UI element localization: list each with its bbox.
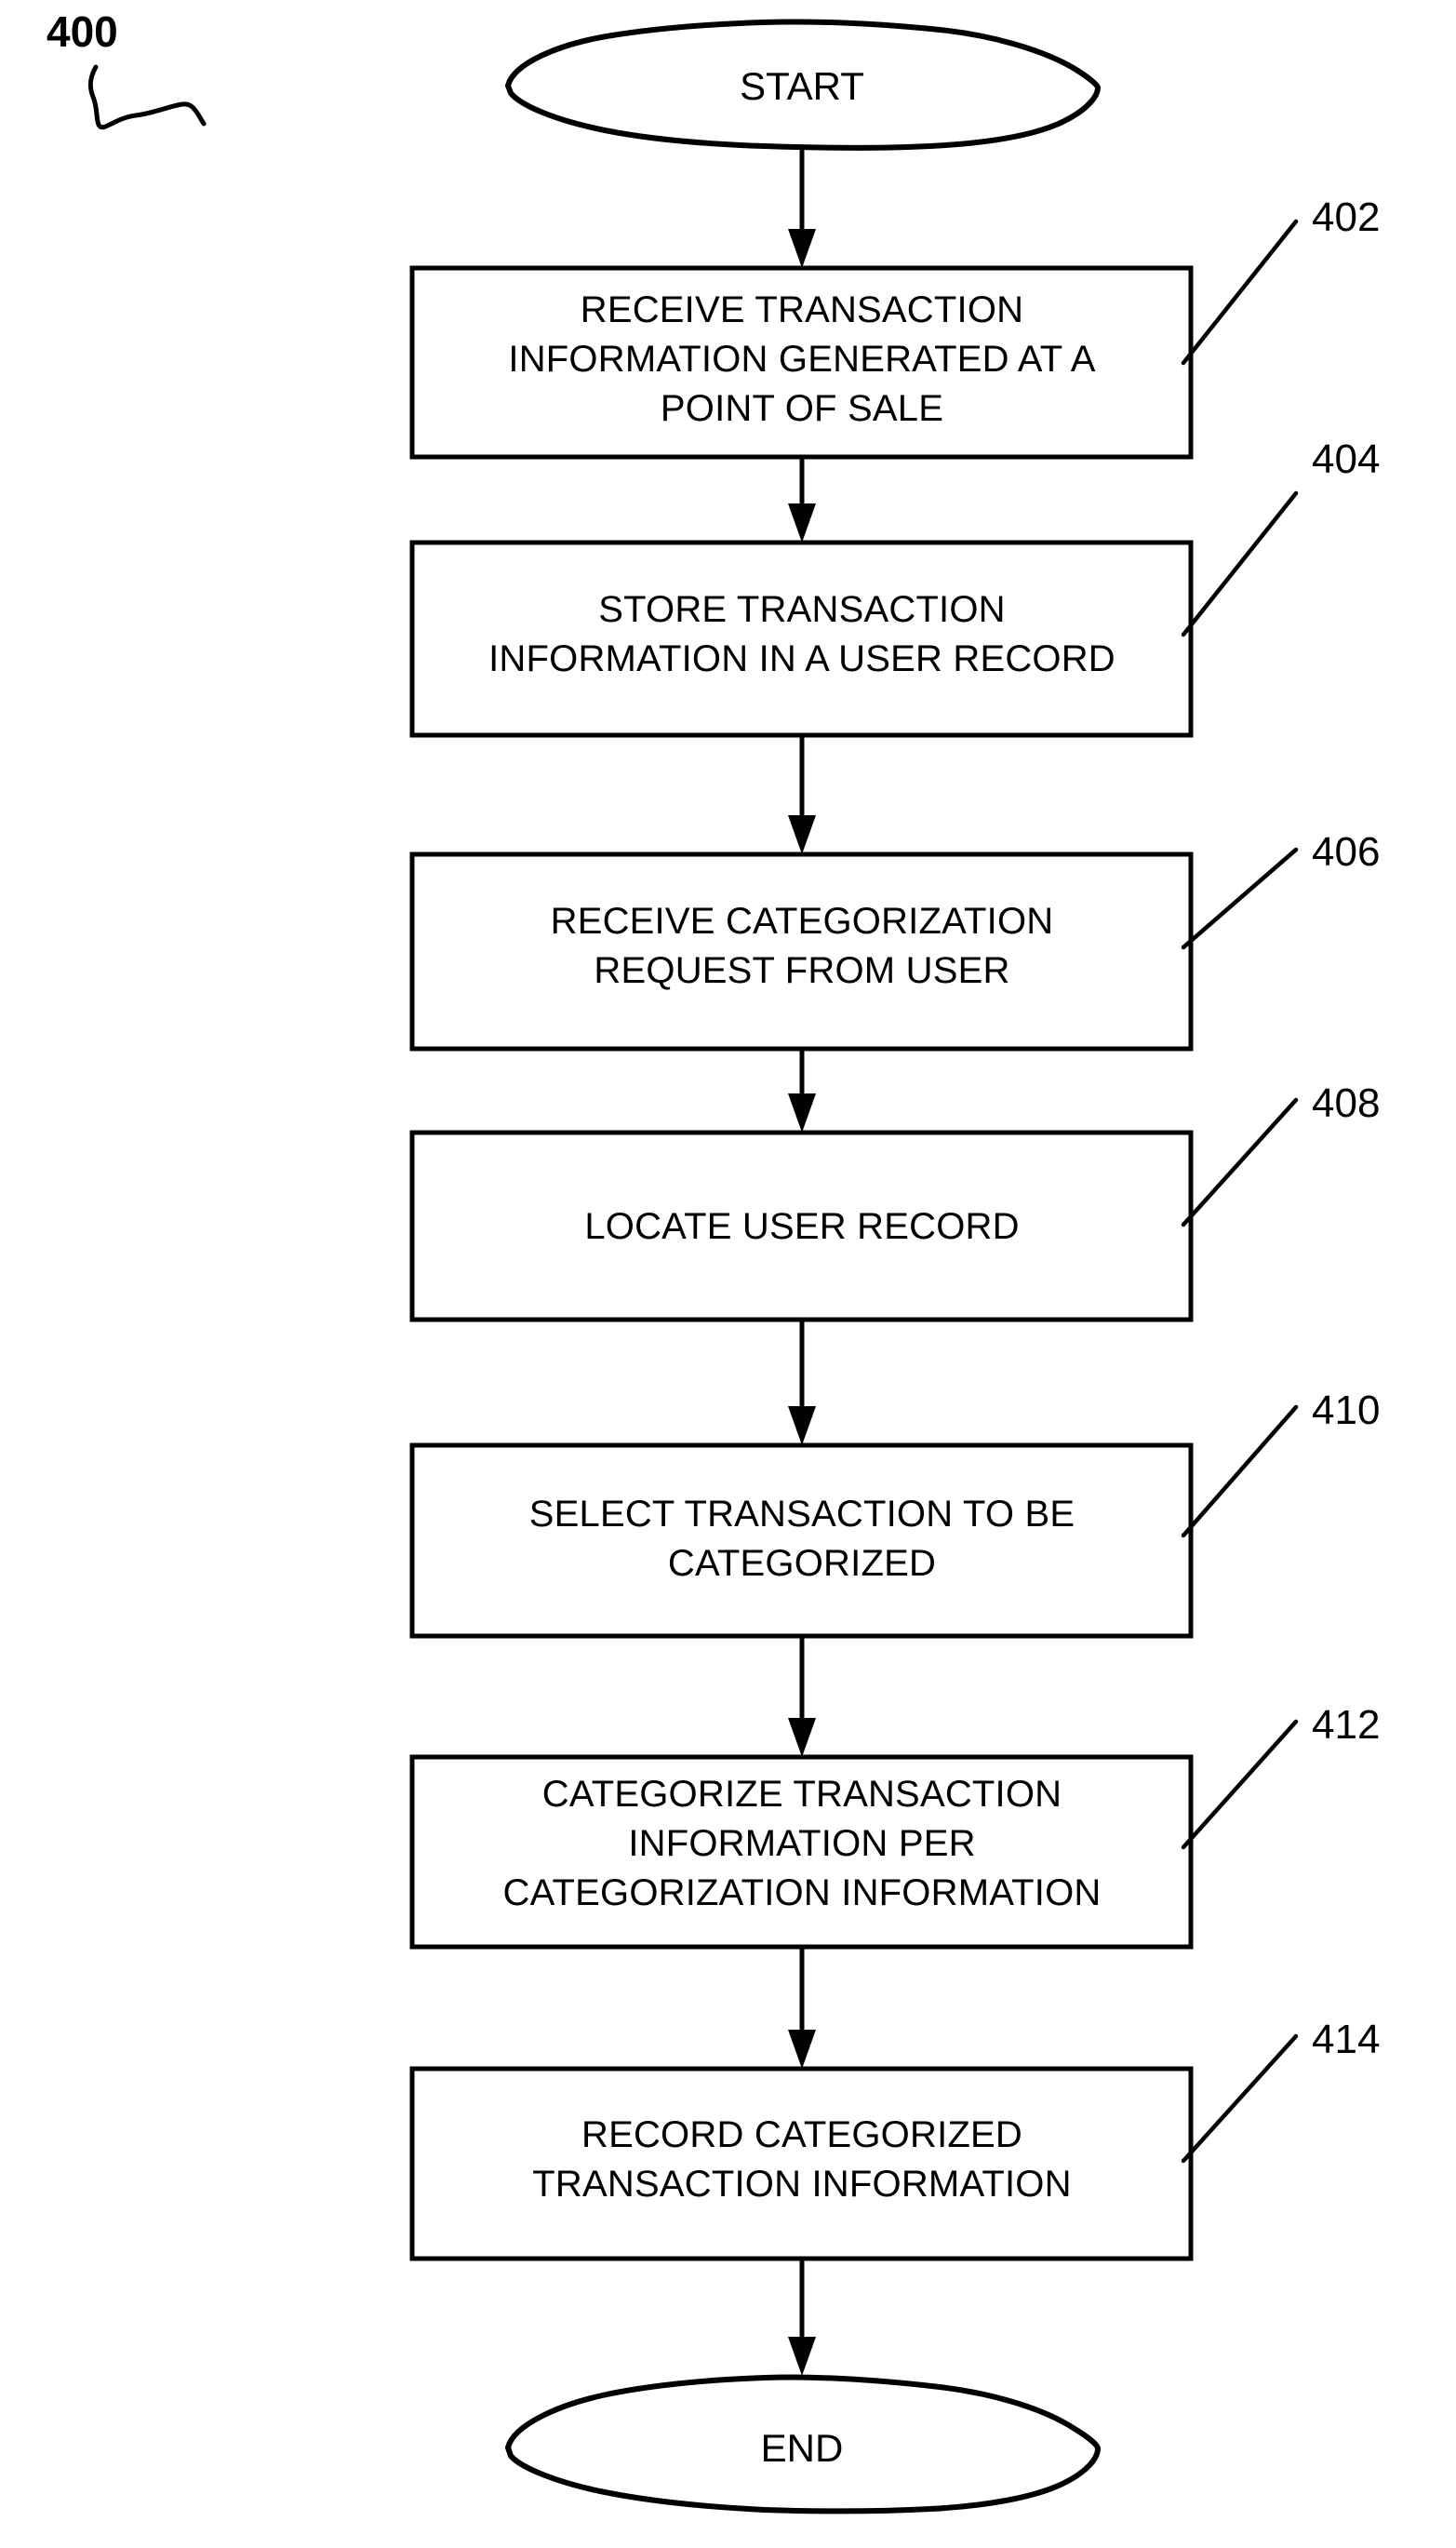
step-text-line: CATEGORIZED: [668, 1543, 936, 1584]
figure-number-label: 400: [47, 7, 118, 56]
ref-number-414: 414: [1312, 2017, 1380, 2062]
step-text-line: INFORMATION PER: [628, 1823, 975, 1864]
process-box-406: RECEIVE CATEGORIZATION REQUEST FROM USER: [409, 852, 1194, 1052]
ref-number-412: 412: [1312, 1702, 1380, 1748]
ref-leader-414: [1181, 2033, 1299, 2164]
figure-number-leader-squiggle: [87, 64, 207, 130]
step-text-line: SELECT TRANSACTION TO BE: [529, 1494, 1075, 1535]
step-text-line: RECEIVE TRANSACTION: [581, 289, 1023, 330]
process-box-404: STORE TRANSACTION INFORMATION IN A USER …: [409, 540, 1194, 738]
process-box-408: LOCATE USER RECORD: [409, 1130, 1194, 1322]
arrow-410-to-412: [788, 1636, 816, 1757]
step-text-line: CATEGORIZATION INFORMATION: [503, 1872, 1102, 1913]
process-box-412: CATEGORIZE TRANSACTION INFORMATION PER C…: [409, 1754, 1194, 1950]
terminal-start: START: [505, 19, 1101, 151]
arrow-402-to-404: [788, 457, 816, 543]
end-label: END: [761, 2426, 844, 2470]
step-text-line: REQUEST FROM USER: [594, 950, 1009, 991]
arrow-head: [788, 229, 816, 268]
arrow-head: [788, 1718, 816, 1757]
ref-number-402: 402: [1312, 194, 1380, 240]
ref-number-404: 404: [1312, 436, 1380, 482]
arrow-head: [788, 1093, 816, 1133]
ref-leader-404: [1181, 490, 1299, 637]
terminal-end: END: [505, 2374, 1101, 2514]
patent-figure-400: 400 START RECEIVE TRANSACTION INFORMATIO…: [0, 0, 1456, 2548]
step-text-line: RECEIVE CATEGORIZATION: [551, 901, 1054, 942]
arrow-start-to-402: [788, 147, 816, 268]
ref-number-410: 410: [1312, 1388, 1380, 1433]
arrow-head: [788, 503, 816, 543]
arrow-408-to-410: [788, 1320, 816, 1445]
step-text-line: TRANSACTION INFORMATION: [532, 2164, 1071, 2205]
arrow-head: [788, 1406, 816, 1445]
arrow-406-to-408: [788, 1049, 816, 1133]
arrow-404-to-406: [788, 735, 816, 854]
ref-leader-402: [1181, 219, 1299, 366]
ref-leader-412: [1181, 1719, 1299, 1850]
process-box-414: RECORD CATEGORIZED TRANSACTION INFORMATI…: [409, 2066, 1194, 2261]
step-text-line: POINT OF SALE: [661, 388, 943, 429]
step-text-line: STORE TRANSACTION: [598, 589, 1006, 630]
arrow-412-to-414: [788, 1947, 816, 2069]
arrow-414-to-end: [788, 2259, 816, 2376]
process-box-402: RECEIVE TRANSACTION INFORMATION GENERATE…: [409, 265, 1194, 460]
arrow-head: [788, 2030, 816, 2069]
ref-leader-410: [1181, 1404, 1299, 1538]
ref-number-408: 408: [1312, 1080, 1380, 1126]
process-box-410: SELECT TRANSACTION TO BE CATEGORIZED: [409, 1442, 1194, 1639]
step-box-rect: [409, 1442, 1194, 1639]
flowchart-canvas: 400 START RECEIVE TRANSACTION INFORMATIO…: [47, 7, 1380, 2514]
ref-leader-406: [1181, 847, 1299, 950]
step-text-line: INFORMATION GENERATED AT A: [508, 339, 1095, 380]
ref-number-406: 406: [1312, 829, 1380, 875]
step-text-line: CATEGORIZE TRANSACTION: [542, 1774, 1062, 1815]
step-text-line: LOCATE USER RECORD: [584, 1206, 1019, 1247]
arrow-head: [788, 2337, 816, 2376]
ref-leader-408: [1181, 1097, 1299, 1227]
start-label: START: [740, 64, 864, 108]
arrow-head: [788, 815, 816, 854]
step-text-line: RECORD CATEGORIZED: [581, 2114, 1022, 2155]
step-text-line: INFORMATION IN A USER RECORD: [488, 638, 1115, 679]
